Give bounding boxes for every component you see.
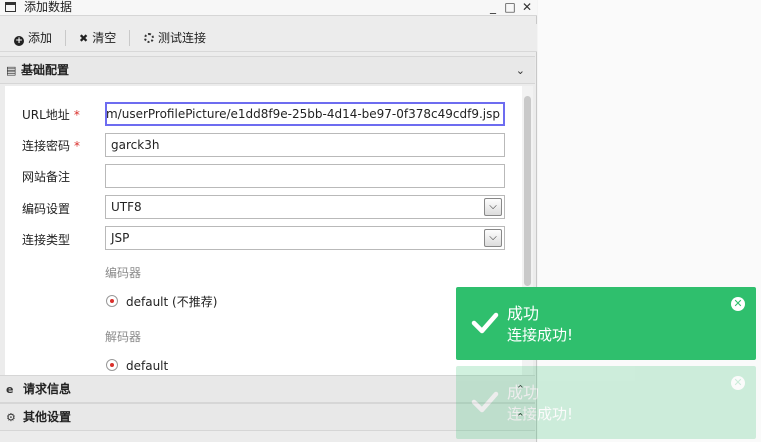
url-input[interactable]: ages/item/userProfilePicture/e1dd8f9e-25… [105, 102, 505, 126]
clear-button-label: 清空 [92, 31, 117, 45]
check-icon [471, 312, 499, 334]
toolbar-divider [65, 30, 66, 46]
spinner-icon [144, 33, 154, 43]
required-marker: * [74, 139, 81, 153]
encoding-label: 编码设置 [22, 202, 71, 216]
connection-type-value: JSP [111, 231, 130, 245]
url-label: URL地址 * [22, 108, 80, 122]
plus-circle-icon: + [14, 36, 24, 46]
test-connection-button[interactable]: 测试连接 [144, 24, 206, 52]
ie-icon: e [6, 383, 14, 396]
section-other-settings[interactable]: ⚙ 其他设置 ⌃ [0, 403, 535, 431]
toast-title: 成功 [507, 304, 540, 323]
maximize-button[interactable]: □ [503, 0, 517, 15]
encoder-group-label: 编码器 [105, 266, 142, 280]
toast-close-icon[interactable]: ✕ [731, 297, 745, 311]
chevron-down-icon[interactable]: ⌄ [516, 57, 525, 84]
section-request-info[interactable]: e 请求信息 ⌃ [0, 375, 535, 403]
section-request-info-label: 请求信息 [23, 382, 72, 396]
decoder-group-label: 解码器 [105, 330, 142, 344]
encoding-select-value: UTF8 [111, 200, 142, 214]
decoder-default-label[interactable]: default [126, 359, 168, 373]
toolbar: + 添加 ✖ 清空 测试连接 [0, 24, 537, 52]
check-icon [471, 391, 499, 413]
password-input[interactable]: garck3h [105, 133, 505, 157]
window-titlebar[interactable]: 添加数据 _ □ ✕ [0, 0, 537, 16]
add-button-label: 添加 [28, 31, 53, 45]
toast-message: 连接成功! [507, 405, 574, 423]
add-button[interactable]: + 添加 [14, 24, 52, 52]
gears-icon: ⚙ [6, 411, 16, 424]
success-toast[interactable]: 成功 连接成功! ✕ [456, 287, 756, 360]
note-input[interactable] [105, 164, 505, 188]
encoder-default-radio[interactable] [106, 295, 118, 307]
x-icon: ✖ [79, 32, 89, 45]
window-title: 添加数据 [24, 0, 73, 14]
toast-close-icon: ✕ [731, 376, 745, 390]
connection-type-select[interactable]: JSP ⌵ [105, 226, 505, 250]
password-label: 连接密码 * [22, 139, 81, 153]
encoding-select[interactable]: UTF8 ⌵ [105, 195, 505, 219]
file-icon: ▤ [6, 64, 17, 77]
clear-button[interactable]: ✖ 清空 [79, 24, 116, 52]
scrollbar-thumb[interactable] [524, 96, 531, 286]
decoder-default-radio[interactable] [106, 359, 118, 371]
test-connection-label: 测试连接 [158, 31, 207, 45]
section-basic-config-label: 基础配置 [21, 63, 70, 77]
toast-message: 连接成功! [507, 326, 574, 344]
section-basic-config[interactable]: ▤ 基础配置 ⌄ [0, 56, 535, 84]
connection-type-label: 连接类型 [22, 233, 71, 247]
required-marker: * [73, 108, 80, 122]
toast-title: 成功 [507, 383, 540, 402]
chevron-down-icon[interactable]: ⌵ [484, 198, 502, 216]
chevron-down-icon[interactable]: ⌵ [484, 229, 502, 247]
section-other-settings-label: 其他设置 [23, 410, 72, 424]
window-icon [5, 2, 16, 12]
success-toast-fading: 成功 连接成功! ✕ [456, 366, 756, 439]
note-label: 网站备注 [22, 170, 71, 184]
basic-config-form: URL地址* ages/item/userProfilePicture/e1dd… [5, 86, 533, 375]
encoder-default-label[interactable]: default (不推荐) [126, 295, 217, 309]
toolbar-divider [129, 30, 130, 46]
close-button[interactable]: ✕ [520, 0, 534, 15]
minimize-button[interactable]: _ [486, 0, 500, 15]
